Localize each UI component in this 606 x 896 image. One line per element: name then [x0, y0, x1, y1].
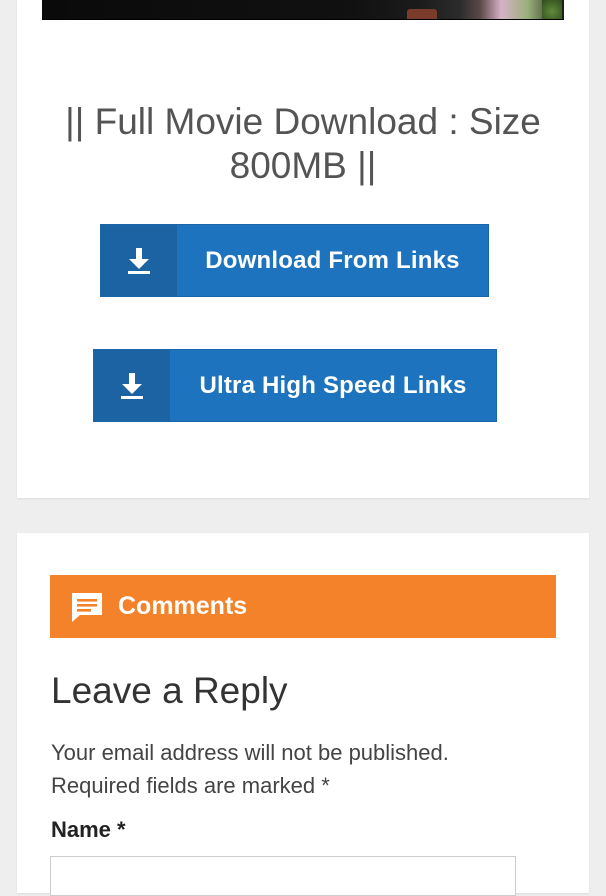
download-from-links-label: Download From Links [205, 246, 460, 274]
comment-icon [70, 591, 104, 623]
video-thumbnail[interactable] [42, 0, 564, 20]
comments-header-label: Comments [118, 592, 248, 620]
download-title: || Full Movie Download : Size 800MB || [65, 101, 541, 186]
name-label: Name * [51, 817, 126, 842]
download-icon [101, 225, 177, 296]
leave-reply-heading: Leave a Reply [51, 670, 288, 711]
required-note: Required fields are marked * [51, 773, 330, 798]
download-from-links-button[interactable]: Download From Links [100, 224, 489, 297]
ultra-high-speed-links-button[interactable]: Ultra High Speed Links [93, 349, 497, 422]
reply-notes: Your email address will not be published… [51, 736, 551, 802]
download-card: || Full Movie Download : Size 800MB || D… [17, 0, 589, 498]
comments-card: Comments Leave a Reply Your email addres… [17, 533, 589, 896]
thumbnail-detail [407, 9, 437, 19]
ultra-high-speed-links-label: Ultra High Speed Links [199, 371, 467, 399]
thumbnail-detail [542, 0, 562, 19]
comments-header: Comments [50, 575, 556, 638]
name-field[interactable] [50, 856, 516, 896]
download-icon [94, 350, 170, 421]
email-note: Your email address will not be published… [51, 740, 449, 765]
